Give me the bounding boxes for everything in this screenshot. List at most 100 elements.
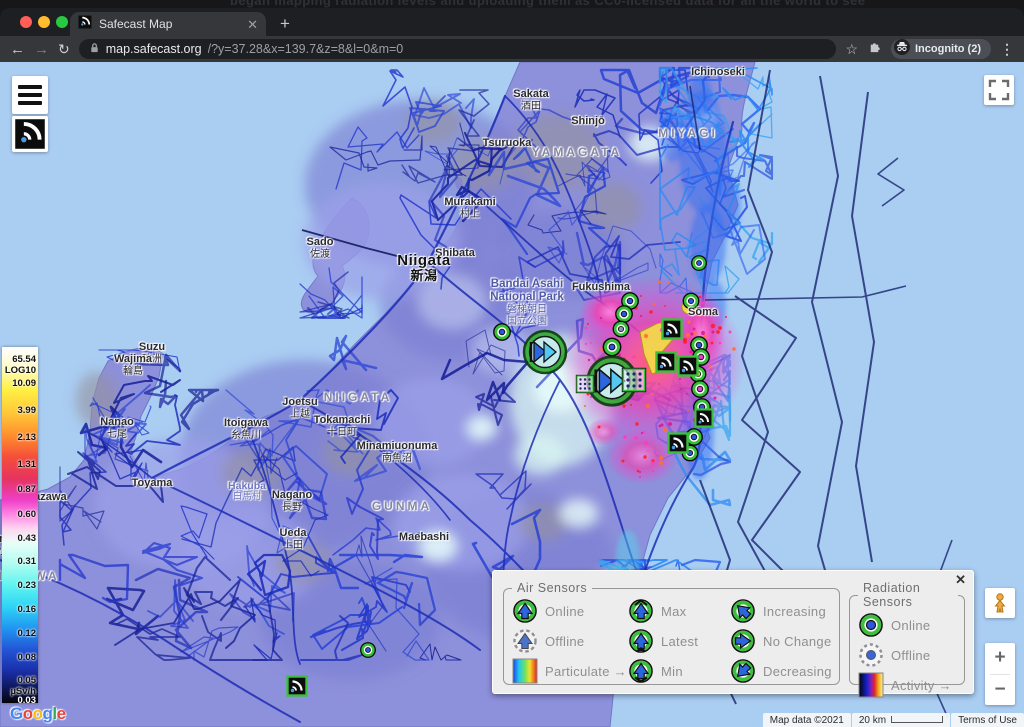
- scale-tick-label: 65.54: [12, 354, 36, 365]
- scale-tick-label: 0.12: [18, 628, 37, 639]
- tab-safecast-map[interactable]: Safecast Map ✕: [70, 12, 266, 36]
- incognito-label: Incognito (2): [915, 43, 981, 55]
- air-offline-icon: [512, 628, 538, 654]
- map-attribution: Map data ©2021 20 km Terms of Use: [763, 713, 1024, 727]
- legend-item-increasing: Increasing: [730, 597, 833, 625]
- legend-item-label: Offline: [891, 648, 930, 663]
- activity-icon: [858, 672, 884, 698]
- legend-item-online: Online: [512, 597, 628, 625]
- radiation-sensors-title: Radiation Sensors: [858, 581, 958, 609]
- legend-item-label: Particulate →: [545, 664, 627, 679]
- map-marker-big-arrow[interactable]: [524, 331, 566, 373]
- map-marker-square[interactable]: [657, 353, 676, 372]
- scale-tick-label: 10.09: [12, 378, 36, 389]
- legend-item-label: Max: [661, 604, 686, 619]
- legend-item-label: Online: [545, 604, 584, 619]
- pegman-button[interactable]: [985, 588, 1015, 618]
- tab-strip: Safecast Map ✕ +: [0, 8, 1024, 36]
- fullscreen-icon: [986, 77, 1012, 103]
- map-marker-ornate[interactable]: [622, 368, 646, 392]
- window-minimize-button[interactable]: [38, 16, 50, 28]
- lock-icon[interactable]: [89, 42, 100, 57]
- map-marker-square[interactable]: [663, 320, 682, 339]
- map-data-credit: Map data ©2021: [763, 713, 851, 727]
- legend-item-no-change: No Change: [730, 627, 833, 655]
- map-marker-ring[interactable]: [683, 293, 698, 308]
- back-button[interactable]: ←: [10, 42, 25, 57]
- incognito-icon: [894, 39, 910, 60]
- zoom-out-button[interactable]: −: [985, 675, 1015, 706]
- url-domain: map.safecast.org: [106, 42, 202, 56]
- map-marker-square[interactable]: [288, 677, 307, 696]
- legend-item-decreasing: Decreasing: [730, 657, 833, 685]
- map-marker-ring[interactable]: [692, 381, 708, 397]
- url-bar[interactable]: map.safecast.org/?y=37.28&x=139.7&z=8&l=…: [79, 39, 837, 59]
- dose-color-scale: 65.54LOG1010.093.992.131.310.870.600.430…: [2, 347, 38, 703]
- legend-item-activity-: Activity →: [858, 671, 958, 699]
- sensor-legend-panel: ✕ Air Sensors Online Max Increasing Offline…: [492, 570, 974, 694]
- map-marker-ring[interactable]: [616, 306, 632, 322]
- google-logo[interactable]: Google: [10, 704, 66, 724]
- pegman-icon: [989, 592, 1011, 614]
- map-marker-ring[interactable]: [692, 256, 706, 270]
- incognito-badge: Incognito (2): [891, 39, 991, 59]
- scale-tick-label: 3.99: [18, 405, 37, 416]
- window-zoom-button[interactable]: [56, 16, 68, 28]
- tab-title: Safecast Map: [99, 17, 240, 31]
- extensions-puzzle-icon[interactable]: [867, 39, 882, 59]
- terms-of-use-link[interactable]: Terms of Use: [951, 713, 1024, 727]
- hamburger-icon: [18, 85, 42, 89]
- reload-button[interactable]: ↻: [58, 42, 70, 56]
- scale-tick-label: 0.16: [18, 604, 37, 615]
- scale-tick-label: 2.13: [18, 432, 37, 443]
- map-marker-ring[interactable]: [494, 324, 510, 340]
- safecast-logo-button[interactable]: [12, 116, 48, 152]
- bookmark-star-icon[interactable]: ☆: [845, 42, 858, 56]
- map-marker-ring[interactable]: [613, 321, 628, 336]
- map-marker-square[interactable]: [695, 409, 712, 426]
- map-marker-ring[interactable]: [361, 643, 375, 657]
- air-min-icon: [628, 658, 654, 684]
- new-tab-button[interactable]: +: [280, 13, 290, 35]
- browser-menu-icon[interactable]: ⋮: [1000, 42, 1014, 56]
- legend-item-label: Online: [891, 618, 930, 633]
- background-page: began mapping radiation levels and uploa…: [0, 0, 1024, 8]
- map-marker-ornate[interactable]: [576, 375, 594, 393]
- radiation-sensors-group: Radiation Sensors OnlineOfflineActivity …: [849, 581, 965, 685]
- no-change-icon: [730, 628, 756, 654]
- air-max-icon: [628, 598, 654, 624]
- scale-bar: [891, 716, 943, 723]
- background-page-text: began mapping radiation levels and uploa…: [0, 0, 1024, 8]
- forward-button[interactable]: →: [34, 42, 49, 57]
- map-marker-square[interactable]: [669, 434, 688, 453]
- fullscreen-button[interactable]: [984, 75, 1014, 105]
- legend-item-label: No Change: [763, 634, 831, 649]
- map-marker-ring[interactable]: [603, 338, 620, 355]
- scale-tick-label: 0.23: [18, 580, 37, 591]
- legend-item-offline: Offline: [858, 641, 958, 669]
- window-close-button[interactable]: [20, 16, 32, 28]
- air-sensors-title: Air Sensors: [512, 581, 592, 595]
- legend-item-label: Offline: [545, 634, 584, 649]
- safecast-favicon-icon: [78, 15, 92, 34]
- zoom-in-button[interactable]: +: [985, 643, 1015, 674]
- scale-tick-label: 0.08: [18, 652, 37, 663]
- menu-button[interactable]: [12, 76, 48, 114]
- scale-tick-label: 0.05: [18, 675, 37, 686]
- legend-item-particulate-: Particulate →: [512, 657, 628, 685]
- scale-tick-label: LOG10: [5, 365, 36, 376]
- legend-item-min: Min: [628, 657, 730, 685]
- air-latest-icon: [628, 628, 654, 654]
- rad-offline-icon: [858, 642, 884, 668]
- legend-item-online: Online: [858, 611, 958, 639]
- legend-item-latest: Latest: [628, 627, 730, 655]
- legend-item-label: Latest: [661, 634, 698, 649]
- legend-close-icon[interactable]: ✕: [955, 572, 966, 588]
- scale-control: 20 km: [852, 713, 950, 727]
- increasing-icon: [730, 598, 756, 624]
- map-marker-square[interactable]: [679, 357, 698, 376]
- legend-item-label: Increasing: [763, 604, 826, 619]
- tab-close-icon[interactable]: ✕: [247, 18, 258, 31]
- air-sensors-group: Air Sensors Online Max Increasing Offline La…: [503, 581, 840, 685]
- map-canvas[interactable]: Sakata酒田TsuruokaShinjōIchinosekiMIYAGIYA…: [0, 62, 1024, 727]
